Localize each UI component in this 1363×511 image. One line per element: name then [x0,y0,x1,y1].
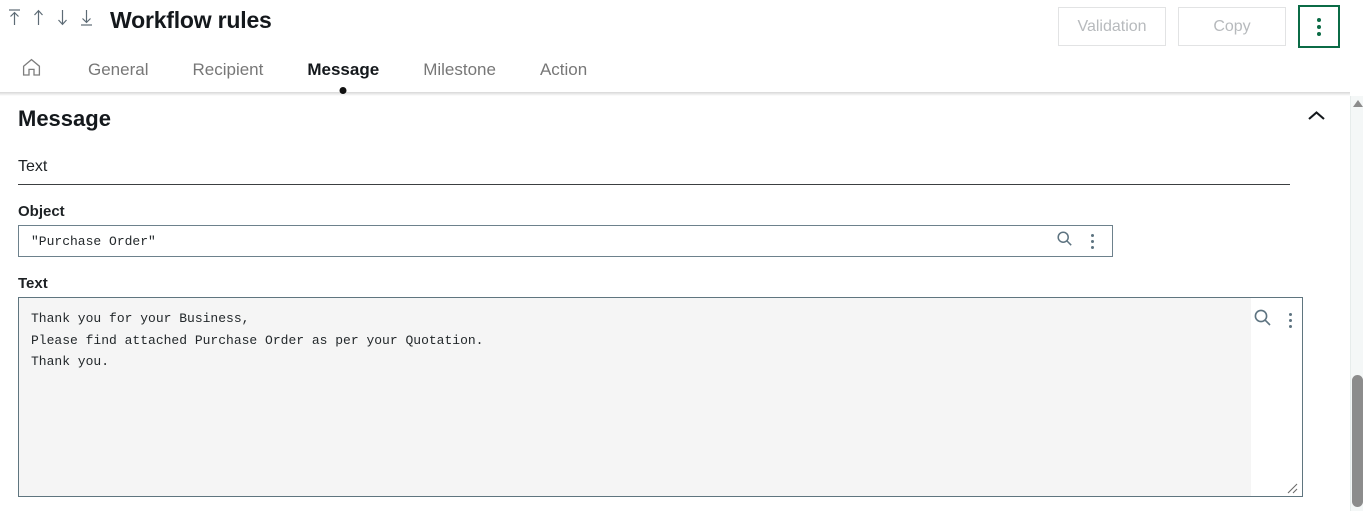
group-label-text: Text [18,158,48,175]
workflow-rules-window: Workflow rules Validation Copy General R… [0,0,1363,511]
resize-grip-icon[interactable] [1284,480,1298,494]
kebab-menu-icon [1090,233,1094,237]
active-tab-indicator [339,87,347,94]
overflow-menu-button[interactable] [1298,5,1340,48]
tab-label: Action [539,60,588,79]
kebab-menu-icon [1289,324,1292,328]
tab-recipient[interactable]: Recipient [170,48,285,92]
scroll-thumb[interactable] [1352,375,1363,507]
kebab-menu-icon [1090,239,1094,243]
tab-general[interactable]: General [66,48,170,92]
kebab-menu-icon [1289,312,1292,316]
text-input[interactable]: Thank you for your Business, Please find… [19,298,1251,496]
next-record-button[interactable] [52,4,72,30]
kebab-menu-icon [1317,24,1321,29]
home-icon [21,57,42,83]
copy-button[interactable]: Copy [1178,7,1286,46]
tab-label: Message [307,60,380,79]
top-bar: Workflow rules Validation Copy [0,0,1350,48]
message-panel: Message Text Object "Purchase Order" Tex… [0,96,1350,511]
object-menu-button[interactable] [1082,230,1102,252]
section-header: Message [18,96,1332,142]
text-field-label: Text [18,275,48,292]
tab-bar: General Recipient Message Milestone Acti… [0,48,1350,94]
scroll-up-button[interactable] [1351,96,1363,110]
chevron-up-icon [1307,110,1326,128]
text-menu-button[interactable] [1281,309,1301,331]
object-input[interactable]: "Purchase Order" [19,234,1054,249]
validation-button[interactable]: Validation [1058,7,1166,46]
group-divider [18,184,1290,185]
text-field-icons [1251,298,1302,496]
kebab-menu-icon [1090,245,1094,249]
search-icon [1056,230,1073,252]
tab-label: Recipient [192,60,264,79]
kebab-menu-icon [1317,17,1321,22]
tab-milestone[interactable]: Milestone [401,48,518,92]
object-field-icons [1054,230,1112,252]
section-title: Message [18,106,111,131]
kebab-menu-icon [1289,318,1292,322]
toolbar-actions: Validation Copy [1058,5,1340,48]
kebab-menu-icon [1317,31,1321,36]
tab-label: Milestone [423,60,496,79]
previous-record-button[interactable] [28,4,48,30]
record-navigation [4,2,96,32]
home-tab-button[interactable] [14,55,48,85]
page-title: Workflow rules [110,7,272,33]
text-field[interactable]: Thank you for your Business, Please find… [18,297,1303,497]
object-field[interactable]: "Purchase Order" [18,225,1113,257]
text-search-button[interactable] [1253,309,1273,331]
tab-message[interactable]: Message [285,48,401,94]
tab-label: General [88,60,149,79]
last-record-button[interactable] [76,4,96,30]
vertical-scrollbar[interactable] [1350,96,1363,511]
first-record-button[interactable] [4,4,24,30]
object-search-button[interactable] [1054,230,1074,252]
section-collapse-button[interactable] [1300,104,1332,134]
scroll-up-arrow-icon [1352,99,1363,107]
tab-action[interactable]: Action [518,48,609,92]
object-field-label: Object [18,203,65,220]
search-icon [1253,308,1272,332]
